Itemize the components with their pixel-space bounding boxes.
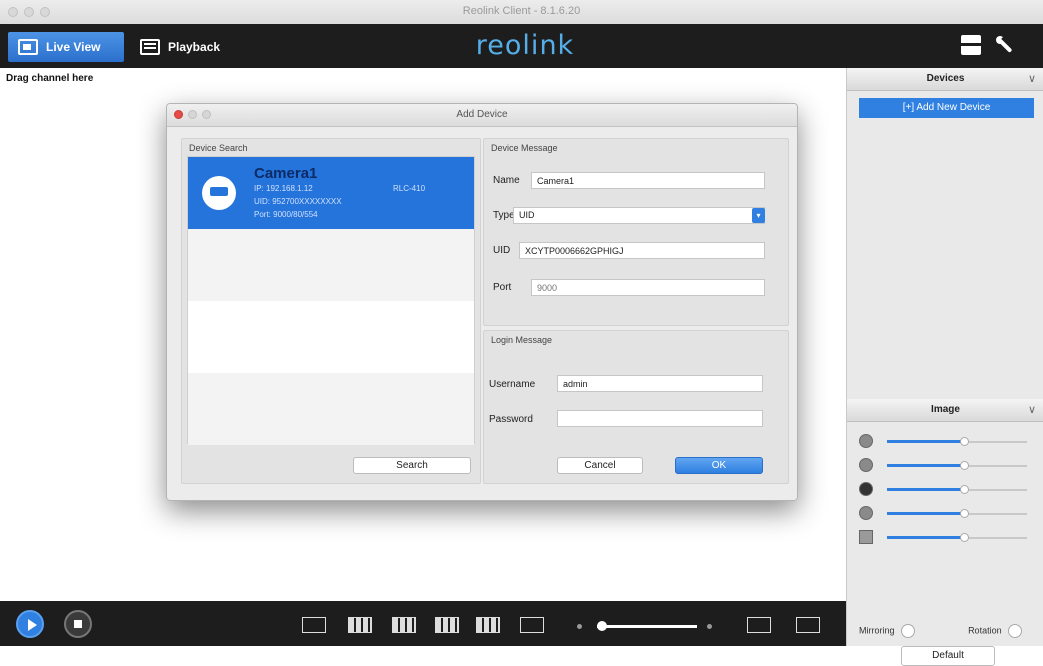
devices-header[interactable]: Devices ∨ xyxy=(847,68,1043,91)
dialog-titlebar: Add Device xyxy=(167,104,797,127)
layout-4-icon[interactable] xyxy=(348,617,372,633)
dialog-zoom-button[interactable] xyxy=(202,110,211,119)
volume-slider[interactable] xyxy=(597,625,697,628)
list-item[interactable] xyxy=(188,373,474,445)
menu-icon[interactable] xyxy=(961,35,981,55)
type-select[interactable]: UID xyxy=(513,207,765,224)
bottom-control-bar xyxy=(0,601,846,646)
volume-up-icon[interactable] xyxy=(707,624,712,629)
window-titlebar: Reolink Client - 8.1.6.20 xyxy=(0,0,1043,25)
device-message-group xyxy=(483,138,789,326)
rotation-checkbox[interactable] xyxy=(1008,624,1023,638)
camera-icon xyxy=(202,176,236,210)
name-label: Name xyxy=(493,175,520,186)
hue-icon xyxy=(859,506,873,520)
mirroring-label: Mirroring xyxy=(859,625,895,636)
sharpness-slider[interactable] xyxy=(859,528,1039,550)
hue-slider[interactable] xyxy=(859,504,1039,526)
device-search-list[interactable]: Camera1 IP: 192.168.1.12 RLC-410 UID: 95… xyxy=(187,156,475,445)
layout-9-icon[interactable] xyxy=(392,617,416,633)
uid-field[interactable] xyxy=(519,242,765,259)
chevron-down-icon[interactable]: ∨ xyxy=(1028,68,1036,90)
add-new-device-label: Add New Device xyxy=(916,102,991,113)
tab-playback-label: Playback xyxy=(168,40,221,54)
password-label: Password xyxy=(489,414,533,425)
device-uid: UID: 952700XXXXXXXX xyxy=(254,197,342,206)
ok-button[interactable]: OK xyxy=(675,457,763,474)
devices-header-label: Devices xyxy=(926,73,965,84)
password-field[interactable] xyxy=(557,410,763,427)
mirroring-checkbox[interactable] xyxy=(901,624,916,638)
volume-down-icon[interactable] xyxy=(577,624,582,629)
device-port: Port: 9000/80/554 xyxy=(254,210,318,219)
dialog-window-controls xyxy=(174,110,211,119)
list-item[interactable] xyxy=(188,301,474,373)
search-button[interactable]: Search xyxy=(353,457,471,474)
add-device-dialog: Add Device Device Search Camera1 IP: 192… xyxy=(166,103,798,501)
username-label: Username xyxy=(489,379,536,390)
chevron-down-icon[interactable]: ∨ xyxy=(1028,399,1036,421)
wrench-icon[interactable] xyxy=(995,35,1015,55)
port-field[interactable] xyxy=(531,279,765,296)
saturation-icon xyxy=(859,482,873,496)
tab-live-view-label: Live View xyxy=(46,40,101,54)
contrast-slider[interactable] xyxy=(859,456,1039,478)
device-message-label: Device Message xyxy=(491,143,558,153)
image-header-label: Image xyxy=(931,404,960,415)
device-name: Camera1 xyxy=(254,165,318,182)
tab-live-view[interactable]: Live View xyxy=(8,32,124,62)
reolink-logo: reolink xyxy=(475,30,575,61)
image-header[interactable]: Image ∨ xyxy=(847,399,1043,422)
list-item[interactable]: Camera1 IP: 192.168.1.12 RLC-410 UID: 95… xyxy=(188,157,474,229)
layout-custom-icon[interactable] xyxy=(476,617,500,633)
device-ip: IP: 192.168.1.12 xyxy=(254,184,313,193)
window-title: Reolink Client - 8.1.6.20 xyxy=(462,5,581,17)
rotation-label: Rotation xyxy=(968,625,1002,636)
device-model: RLC-410 xyxy=(393,184,426,193)
brightness-slider[interactable] xyxy=(859,432,1039,454)
cancel-button[interactable]: Cancel xyxy=(557,457,643,474)
dialog-title: Add Device xyxy=(456,109,508,120)
layout-16-icon[interactable] xyxy=(435,617,459,633)
dialog-close-button[interactable] xyxy=(174,110,183,119)
plus-icon: [+] xyxy=(902,102,915,113)
select-arrow-icon[interactable]: ▾ xyxy=(752,208,765,223)
device-search-label: Device Search xyxy=(189,143,248,153)
port-label: Port xyxy=(493,282,512,293)
right-panel: Devices ∨ [+] Add New Device Image ∨ Mir… xyxy=(846,68,1043,666)
default-button[interactable]: Default xyxy=(901,646,995,666)
saturation-slider[interactable] xyxy=(859,480,1039,502)
contrast-icon xyxy=(859,458,873,472)
fullscreen-icon[interactable] xyxy=(747,617,771,633)
volume-knob[interactable] xyxy=(597,621,607,631)
playback-icon xyxy=(140,39,160,55)
play-all-button[interactable] xyxy=(16,610,44,638)
stop-all-button[interactable] xyxy=(64,610,92,638)
layout-switch-icon[interactable] xyxy=(520,617,544,633)
sharpness-icon xyxy=(859,530,873,544)
type-label: Type xyxy=(493,210,515,221)
drag-channel-hint: Drag channel here xyxy=(6,73,94,84)
name-field[interactable] xyxy=(531,172,765,189)
flip-options: Mirroring Rotation xyxy=(859,624,1039,638)
monitor-icon xyxy=(18,39,38,55)
tab-playback[interactable]: Playback xyxy=(130,32,240,62)
list-item[interactable] xyxy=(188,229,474,301)
login-message-label: Login Message xyxy=(491,335,553,345)
uid-label: UID xyxy=(493,245,511,256)
dialog-minimize-button[interactable] xyxy=(188,110,197,119)
add-new-device-button[interactable]: [+] Add New Device xyxy=(859,98,1034,118)
keyboard-icon[interactable] xyxy=(796,617,820,633)
username-field[interactable] xyxy=(557,375,763,392)
layout-1-icon[interactable] xyxy=(302,617,326,633)
brightness-icon xyxy=(859,434,873,448)
